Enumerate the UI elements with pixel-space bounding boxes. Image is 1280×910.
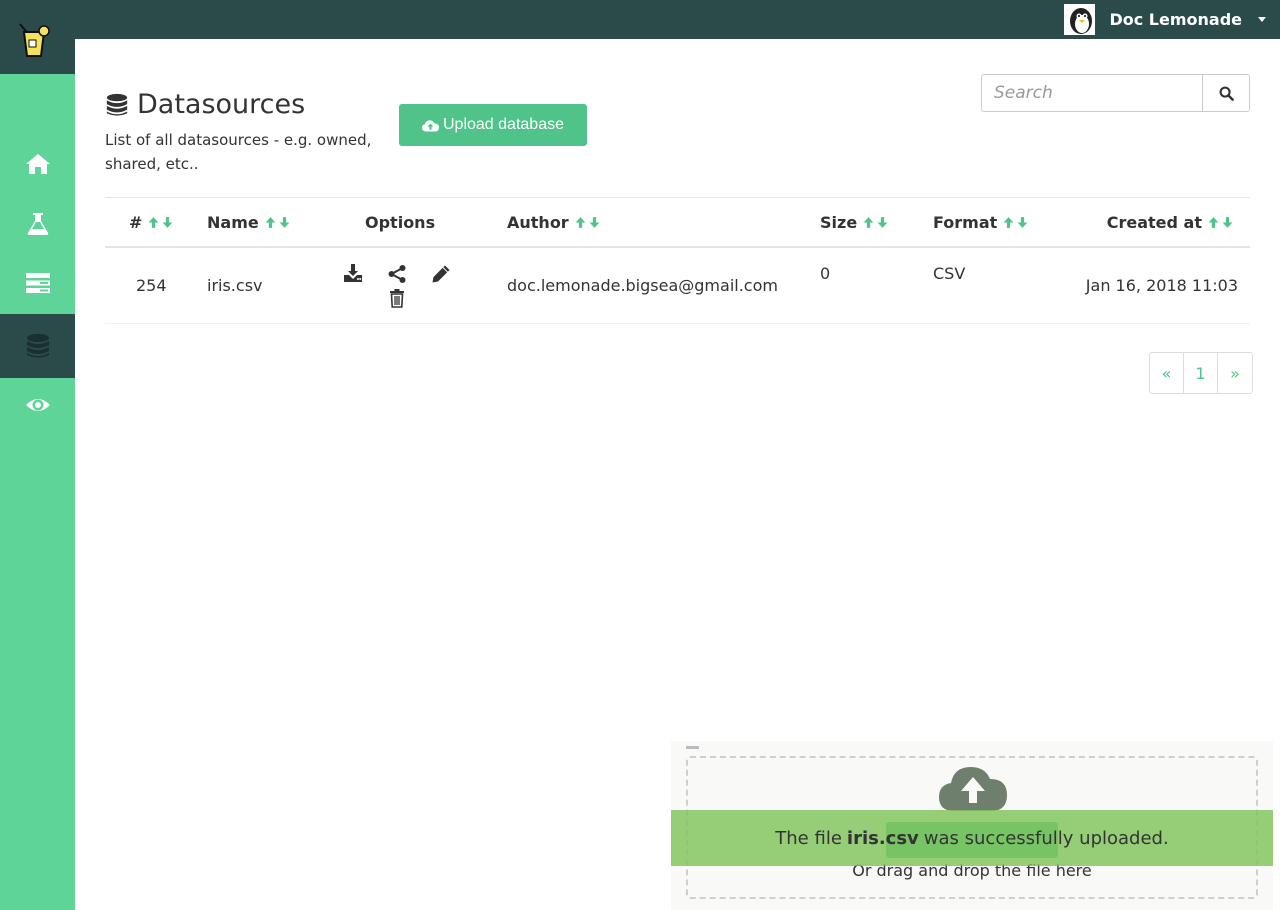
cell-id: 254 bbox=[136, 276, 167, 295]
sort-down-icon[interactable] bbox=[161, 216, 174, 229]
column-header-format[interactable]: Format bbox=[933, 198, 1029, 246]
tasks-icon bbox=[25, 273, 50, 293]
user-name: Doc Lemonade bbox=[1109, 10, 1242, 29]
toast-filename: iris.csv bbox=[846, 827, 919, 849]
sort-up-icon[interactable] bbox=[1002, 216, 1015, 229]
cell-author: doc.lemonade.bigsea@gmail.com bbox=[507, 276, 778, 295]
sort-down-icon[interactable] bbox=[1221, 216, 1234, 229]
sidebar-item-datasources[interactable] bbox=[0, 314, 75, 378]
sort-up-icon[interactable] bbox=[1207, 216, 1220, 229]
cloud-upload-icon bbox=[422, 119, 439, 131]
cell-name[interactable]: iris.csv bbox=[207, 276, 263, 295]
page-description: List of all datasources - e.g. owned, sh… bbox=[105, 131, 372, 173]
success-toast[interactable]: The file iris.csv was successfully uploa… bbox=[671, 810, 1273, 866]
table-header: # Name Options Author Size Format Create… bbox=[105, 198, 1250, 248]
search-button[interactable] bbox=[1202, 74, 1250, 112]
sidebar-item-visualizations[interactable] bbox=[0, 373, 75, 437]
avatar bbox=[1064, 4, 1096, 35]
minimize-button[interactable] bbox=[686, 746, 699, 749]
pagination-page-1[interactable]: 1 bbox=[1184, 353, 1218, 393]
toast-suffix: was successfully uploaded. bbox=[923, 827, 1169, 849]
trash-icon[interactable] bbox=[387, 288, 407, 308]
table-row: 254 iris.csv doc.lemonade.bigsea@gmail.c… bbox=[105, 248, 1250, 324]
pencil-icon[interactable] bbox=[431, 264, 451, 284]
flask-icon bbox=[27, 213, 48, 235]
sort-down-icon[interactable] bbox=[278, 216, 291, 229]
search-icon bbox=[1219, 86, 1234, 101]
cloud-upload-icon bbox=[939, 767, 1007, 811]
download-icon[interactable] bbox=[343, 263, 363, 283]
column-header-author[interactable]: Author bbox=[507, 198, 601, 246]
column-header-size[interactable]: Size bbox=[820, 198, 889, 246]
top-bar: Doc Lemonade bbox=[0, 0, 1280, 39]
share-icon[interactable] bbox=[387, 264, 407, 284]
sort-up-icon[interactable] bbox=[862, 216, 875, 229]
user-menu[interactable]: Doc Lemonade bbox=[1064, 4, 1266, 35]
logo[interactable] bbox=[0, 0, 75, 74]
database-icon bbox=[26, 334, 49, 358]
sidebar bbox=[0, 0, 75, 910]
column-header-created[interactable]: Created at bbox=[1107, 198, 1234, 246]
sidebar-item-tasks[interactable] bbox=[0, 251, 75, 315]
sort-down-icon[interactable] bbox=[876, 216, 889, 229]
sort-down-icon[interactable] bbox=[1016, 216, 1029, 229]
page-title-text: Datasources bbox=[137, 89, 306, 120]
search-input[interactable] bbox=[981, 74, 1202, 112]
pagination: « 1 » bbox=[1149, 352, 1253, 394]
column-header-id[interactable]: # bbox=[129, 198, 174, 246]
home-icon bbox=[25, 154, 50, 174]
sidebar-item-home[interactable] bbox=[0, 132, 75, 196]
search-bar bbox=[981, 74, 1250, 112]
sort-up-icon[interactable] bbox=[264, 216, 277, 229]
cell-created: Jan 16, 2018 11:03 bbox=[1085, 276, 1238, 295]
toast-prefix: The file bbox=[775, 827, 842, 849]
caret-down-icon[interactable] bbox=[1258, 17, 1266, 22]
eye-icon bbox=[25, 399, 50, 411]
page-title: Datasources bbox=[105, 89, 305, 120]
upload-database-button[interactable]: Upload database bbox=[399, 104, 587, 146]
database-icon bbox=[106, 93, 128, 116]
sort-down-icon[interactable] bbox=[588, 216, 601, 229]
column-header-options: Options bbox=[365, 212, 436, 232]
cell-format: CSV bbox=[933, 264, 966, 283]
cell-size: 0 bbox=[820, 264, 831, 283]
lemonade-logo-icon bbox=[19, 23, 50, 57]
column-header-name[interactable]: Name bbox=[207, 198, 291, 246]
sort-up-icon[interactable] bbox=[147, 216, 160, 229]
datasources-table: # Name Options Author Size Format Create… bbox=[105, 197, 1250, 324]
pagination-next[interactable]: » bbox=[1218, 353, 1252, 393]
sidebar-item-experiments[interactable] bbox=[0, 192, 75, 256]
sort-up-icon[interactable] bbox=[574, 216, 587, 229]
upload-database-label: Upload database bbox=[443, 116, 564, 133]
pagination-prev[interactable]: « bbox=[1150, 353, 1184, 393]
